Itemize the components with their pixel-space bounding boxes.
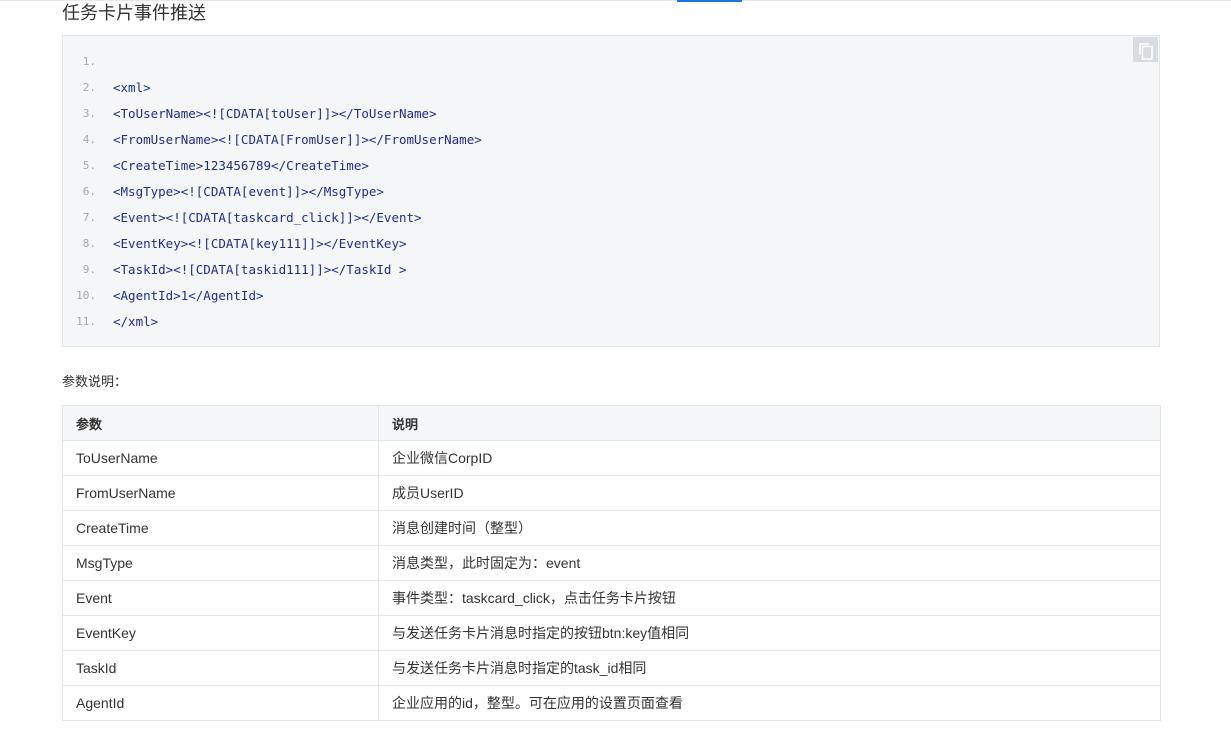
copy-button[interactable]	[1133, 37, 1158, 62]
column-header-param: 参数	[62, 405, 379, 441]
table-header-row: 参数 说明	[62, 405, 1161, 441]
table-row: CreateTime 消息创建时间（整型）	[62, 510, 1161, 546]
table-row: FromUserName 成员UserID	[62, 475, 1161, 511]
param-description-cell: 企业应用的id，整型。可在应用的设置页面查看	[378, 685, 1161, 721]
code-line: 7. <Event><![CDATA[taskcard_click]]></Eve…	[63, 205, 482, 231]
line-code: <ToUserName><![CDATA[toUser]]></ToUserNa…	[113, 106, 437, 121]
code-lines: 1. 2. <xml> 3. <ToUserName><![CDATA[toUser…	[63, 49, 482, 335]
code-block[interactable]: 1. 2. <xml> 3. <ToUserName><![CDATA[toUser…	[62, 35, 1160, 347]
line-code: <EventKey><![CDATA[key111]]></EventKey>	[113, 236, 407, 251]
code-line: 4. <FromUserName><![CDATA[FromUser]]></Fr…	[63, 127, 482, 153]
param-name-cell: ToUserName	[62, 440, 379, 476]
line-code: <xml>	[113, 80, 151, 95]
page-title: 任务卡片事件推送	[62, 3, 206, 23]
table-row: MsgType 消息类型，此时固定为：event	[62, 545, 1161, 581]
table-row: AgentId 企业应用的id，整型。可在应用的设置页面查看	[62, 685, 1161, 721]
param-name-cell: FromUserName	[62, 475, 379, 511]
table-row: ToUserName 企业微信CorpID	[62, 440, 1161, 476]
line-code: <FromUserName><![CDATA[FromUser]]></From…	[113, 132, 482, 147]
line-code: <AgentId>1</AgentId>	[113, 288, 264, 303]
column-header-description: 说明	[378, 405, 1161, 441]
line-code: <CreateTime>123456789</CreateTime>	[113, 158, 369, 173]
table-row: TaskId 与发送任务卡片消息时指定的task_id相同	[62, 650, 1161, 686]
param-name-cell: MsgType	[62, 545, 379, 581]
code-line: 8. <EventKey><![CDATA[key111]]></EventKey…	[63, 231, 482, 257]
param-name-cell: EventKey	[62, 615, 379, 651]
param-description-cell: 与发送任务卡片消息时指定的按钮btn:key值相同	[378, 615, 1161, 651]
param-name-cell: AgentId	[62, 685, 379, 721]
params-heading: 参数说明：	[62, 374, 128, 389]
line-number: 3.	[82, 107, 96, 120]
code-line: 2. <xml>	[63, 75, 482, 101]
param-description-cell: 消息类型，此时固定为：event	[378, 545, 1161, 581]
line-number: 1.	[82, 55, 96, 68]
param-description-cell: 与发送任务卡片消息时指定的task_id相同	[378, 650, 1161, 686]
table-row: EventKey 与发送任务卡片消息时指定的按钮btn:key值相同	[62, 615, 1161, 651]
line-number: 4.	[82, 133, 96, 146]
code-line: 11. </xml>	[63, 309, 482, 335]
line-number: 6.	[82, 185, 96, 198]
param-name-cell: TaskId	[62, 650, 379, 686]
line-number: 9.	[82, 263, 96, 276]
param-name-cell: Event	[62, 580, 379, 616]
line-number: 2.	[82, 81, 96, 94]
params-table: 参数 说明 ToUserName 企业微信CorpID FromUserName…	[62, 405, 1161, 721]
line-code: <TaskId><![CDATA[taskid111]]></TaskId >	[113, 262, 407, 277]
line-number: 7.	[82, 211, 96, 224]
code-line: 10. <AgentId>1</AgentId>	[63, 283, 482, 309]
param-description-cell: 企业微信CorpID	[378, 440, 1161, 476]
code-line: 9. <TaskId><![CDATA[taskid111]]></TaskId …	[63, 257, 482, 283]
param-description-cell: 事件类型：taskcard_click，点击任务卡片按钮	[378, 580, 1161, 616]
top-border	[0, 0, 1231, 1]
table-row: Event 事件类型：taskcard_click，点击任务卡片按钮	[62, 580, 1161, 616]
line-number: 10.	[76, 289, 96, 302]
copy-icon	[1133, 43, 1158, 60]
code-line: 6. <MsgType><![CDATA[event]]></MsgType>	[63, 179, 482, 205]
code-line: 5. <CreateTime>123456789</CreateTime>	[63, 153, 482, 179]
code-line: 3. <ToUserName><![CDATA[toUser]]></ToUser…	[63, 101, 482, 127]
line-number: 8.	[82, 237, 96, 250]
line-code: <Event><![CDATA[taskcard_click]]></Event…	[113, 210, 422, 225]
line-number: 5.	[82, 159, 96, 172]
param-description-cell: 消息创建时间（整型）	[378, 510, 1161, 546]
line-code: </xml>	[113, 314, 159, 329]
code-line: 1.	[63, 49, 482, 75]
line-number: 11.	[76, 315, 96, 328]
active-tab-indicator	[677, 0, 742, 2]
param-name-cell: CreateTime	[62, 510, 379, 546]
param-description-cell: 成员UserID	[378, 475, 1161, 511]
line-code: <MsgType><![CDATA[event]]></MsgType>	[113, 184, 384, 199]
